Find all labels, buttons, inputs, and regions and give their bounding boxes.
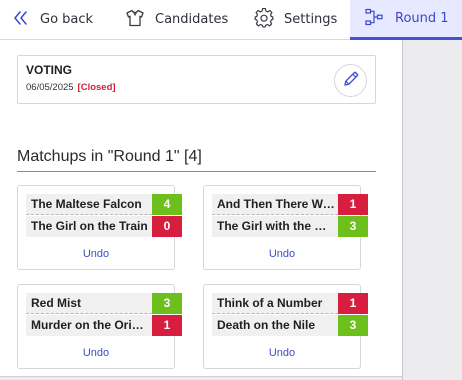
matchup-row: Think of a Number 1 [212,293,368,314]
tab-candidates[interactable]: Candidates [125,0,228,39]
bracket-icon [365,8,383,30]
undo-link[interactable]: Undo [18,248,174,260]
bottom-edge [0,376,402,380]
voting-date-line: 06/05/2025 [Closed] [26,82,116,93]
go-back-button[interactable]: Go back [14,0,93,39]
side-panel [402,40,462,380]
edit-button[interactable] [334,64,367,97]
matchup-card: Red Mist 3 Murder on the Orient Express … [17,284,182,369]
voting-title: VOTING [26,63,73,77]
vote-count: 0 [152,216,182,237]
shirt-icon [125,9,145,31]
matchups-heading: Matchups in "Round 1" [4] [17,148,202,165]
top-nav: Go back Candidates Settings Round 1 [0,0,462,40]
matchup-card: Think of a Number 1 Death on the Nile 3 … [203,284,368,369]
vote-count: 3 [338,315,368,336]
matchup-row: Death on the Nile 3 [212,315,368,336]
tab-settings[interactable]: Settings [254,0,337,39]
undo-link[interactable]: Undo [18,347,174,359]
undo-link[interactable]: Undo [204,347,360,359]
vote-count: 3 [338,216,368,237]
candidate-name: And Then There Were None [217,197,335,211]
matchup-row: The Girl on the Train 0 [26,216,182,237]
go-back-label: Go back [40,12,94,27]
vote-count: 1 [152,315,182,336]
undo-link[interactable]: Undo [204,248,360,260]
voting-panel: VOTING 06/05/2025 [Closed] [17,55,376,104]
vote-count: 4 [152,194,182,215]
vote-count: 1 [338,194,368,215]
voting-date: 06/05/2025 [26,82,74,93]
voting-status: [Closed] [77,82,116,93]
candidate-name: The Girl on the Train [31,219,148,233]
pencil-icon [342,70,360,92]
candidate-name: Think of a Number [217,296,323,310]
candidate-name: Murder on the Orient Express [31,318,149,332]
matchup-row: The Girl with the Dragon Tattoo 3 [212,216,368,237]
candidate-name: Red Mist [31,296,82,310]
heading-divider [17,171,376,172]
vote-count: 1 [338,293,368,314]
vote-count: 3 [152,293,182,314]
tab-round-1[interactable]: Round 1 [350,0,462,40]
matchup-row: Red Mist 3 [26,293,182,314]
matchup-row: The Maltese Falcon 4 [26,194,182,215]
candidate-name: The Girl with the Dragon Tattoo [217,219,335,233]
candidate-name: The Maltese Falcon [31,197,142,211]
candidate-name: Death on the Nile [217,318,316,332]
matchup-card: The Maltese Falcon 4 The Girl on the Tra… [17,185,182,270]
matchup-row: And Then There Were None 1 [212,194,368,215]
tab-candidates-label: Candidates [155,12,229,27]
tab-settings-label: Settings [284,12,338,27]
double-chevron-left-icon [14,10,27,29]
tab-round-1-label: Round 1 [395,11,449,26]
matchup-card: And Then There Were None 1 The Girl with… [203,185,368,270]
gear-icon [254,7,274,32]
matchup-row: Murder on the Orient Express 1 [26,315,182,336]
